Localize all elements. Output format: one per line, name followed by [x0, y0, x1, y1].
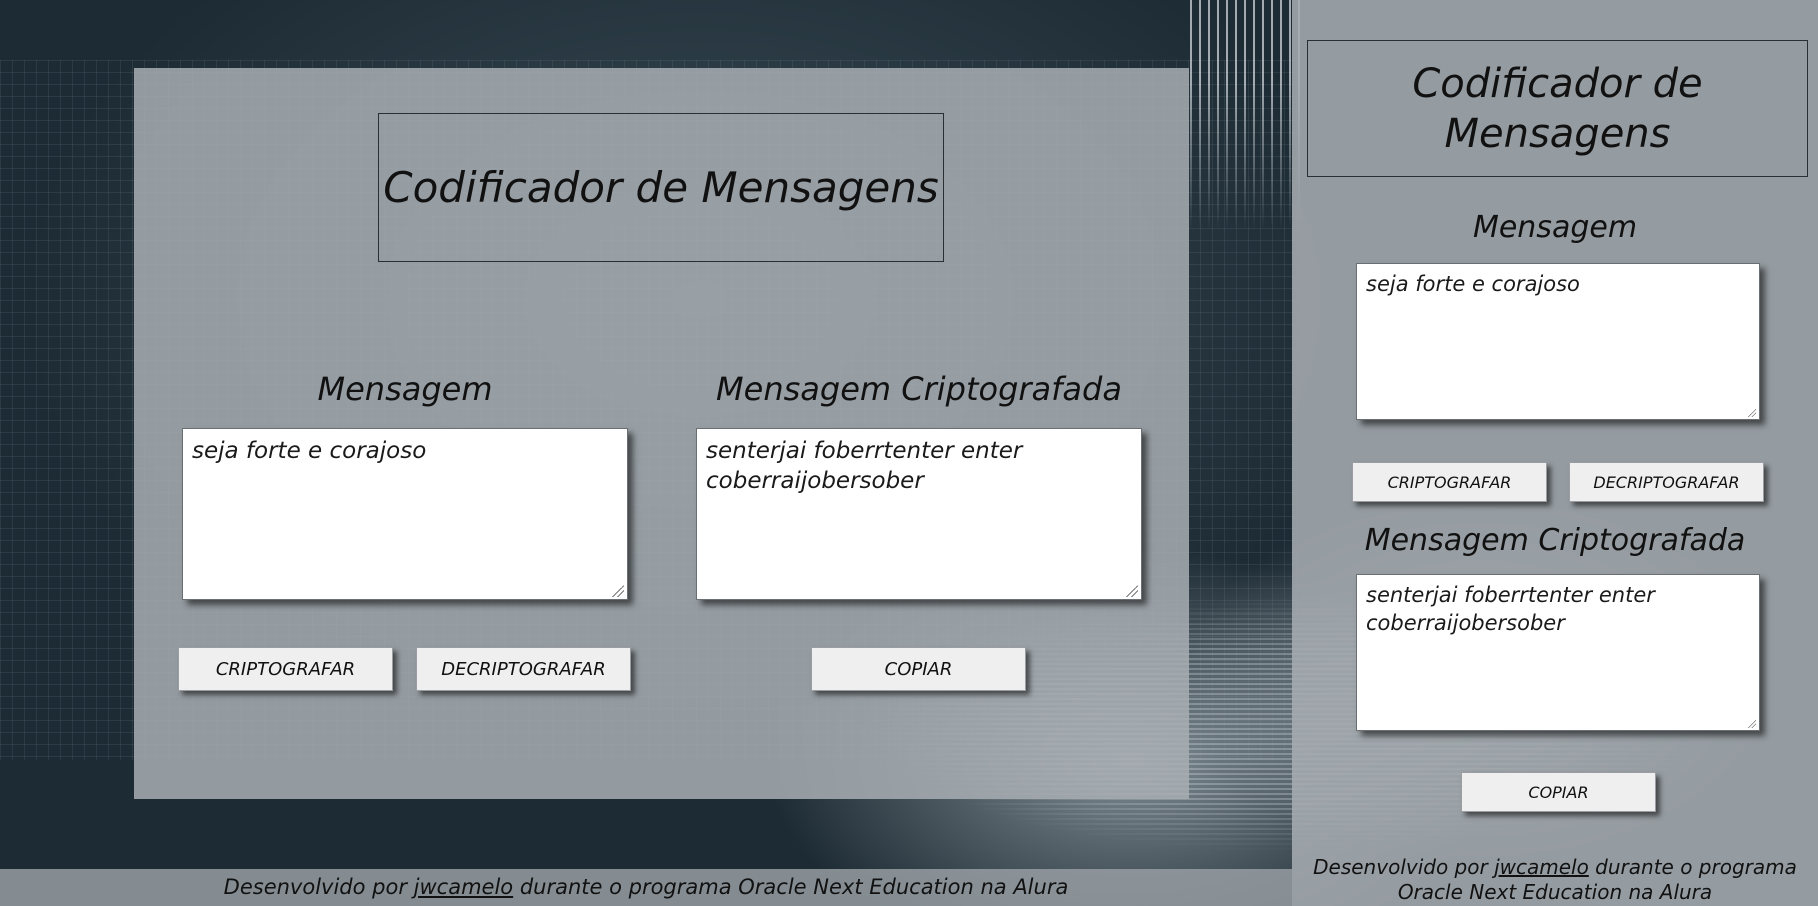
message-label: Mensagem	[317, 370, 493, 408]
footer-suffix: durante o programa Oracle Next Education…	[513, 875, 1069, 899]
mobile-encrypted-message-label: Mensagem Criptografada	[1364, 523, 1746, 558]
resize-handle-icon[interactable]	[612, 585, 624, 597]
decrypt-button[interactable]: DECRIPTOGRAFAR	[416, 647, 631, 691]
mobile-encrypt-button[interactable]: CRIPTOGRAFAR	[1352, 462, 1547, 502]
footer-prefix: Desenvolvido por	[223, 875, 414, 899]
mobile-message-label: Mensagem	[1472, 210, 1638, 245]
encrypted-message-output[interactable]: senterjai foberrtenter enter coberraijob…	[696, 428, 1142, 600]
encrypted-message-label: Mensagem Criptografada	[716, 370, 1122, 408]
mobile-copy-button[interactable]: COPIAR	[1461, 772, 1656, 812]
footer-prefix: Desenvolvido por	[1313, 855, 1495, 879]
mobile-decrypt-button[interactable]: DECRIPTOGRAFAR	[1569, 462, 1764, 502]
background-vertical-lines	[1190, 0, 1300, 230]
page-title: Codificador de Mensagens	[378, 113, 944, 262]
mobile-author-link[interactable]: jwcamelo	[1494, 855, 1589, 879]
resize-handle-icon[interactable]	[1126, 585, 1138, 597]
mobile-message-input[interactable]: seja forte e corajoso	[1356, 263, 1760, 420]
encrypt-button[interactable]: CRIPTOGRAFAR	[178, 647, 393, 691]
mobile-footer: Desenvolvido por jwcamelo durante o prog…	[1292, 855, 1818, 906]
mobile-page-title: Codificador de Mensagens	[1307, 40, 1808, 177]
resize-handle-icon[interactable]	[1748, 720, 1756, 728]
mobile-encrypted-message-output[interactable]: senterjai foberrtenter enter coberraijob…	[1356, 574, 1760, 731]
resize-handle-icon[interactable]	[1748, 409, 1756, 417]
footer: Desenvolvido por jwcamelo durante o prog…	[0, 869, 1292, 906]
message-input[interactable]: seja forte e corajoso	[182, 428, 628, 600]
copy-button[interactable]: COPIAR	[811, 647, 1026, 691]
author-link[interactable]: jwcamelo	[414, 875, 513, 899]
